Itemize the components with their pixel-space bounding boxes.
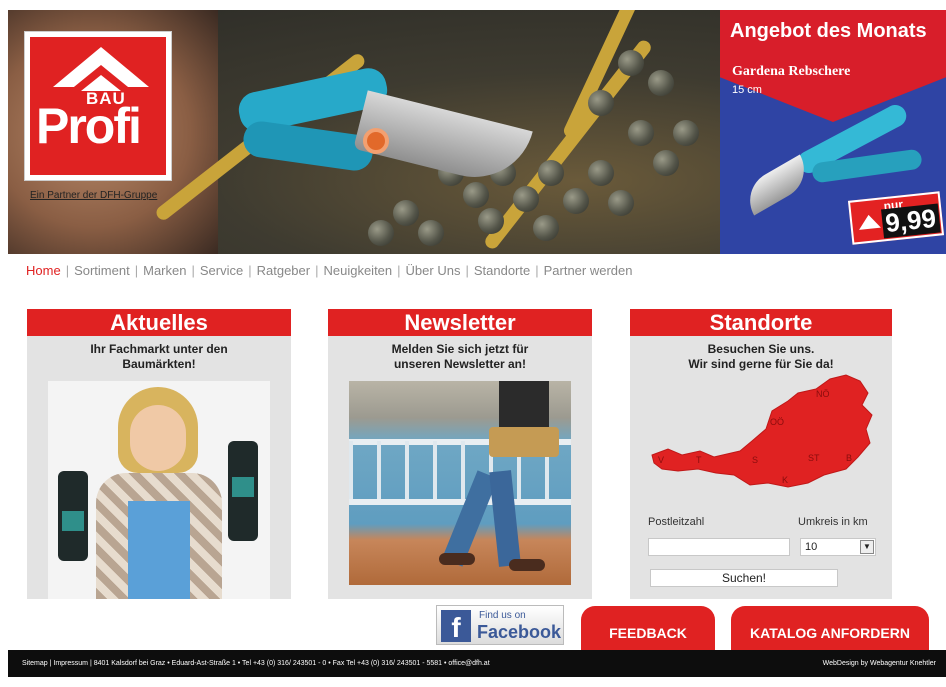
chevron-down-icon[interactable]: ▼ [860,540,874,554]
nav-partner-werden[interactable]: Partner werden [544,263,633,278]
nav-ueber-uns[interactable]: Über Uns [406,263,461,278]
radius-label: Umkreis in km [798,516,868,528]
worker-with-ladder-image[interactable] [349,381,571,585]
map-region-s[interactable]: S [752,455,758,465]
nav-standorte[interactable]: Standorte [474,263,530,278]
offer-size: 15 cm [732,84,762,96]
newsletter-subtitle: Melden Sie sich jetzt für unseren Newsle… [391,342,529,371]
austria-map[interactable]: NÖ OÖ V T S ST B K [648,371,878,501]
map-region-v[interactable]: V [658,455,664,465]
facebook-big-text: Facebook [477,622,562,642]
header-banner: BAU Profi Ein Partner der DFH-Gruppe Ang… [8,10,946,254]
nav-ratgeber[interactable]: Ratgeber [257,263,310,278]
nav-neuigkeiten[interactable]: Neuigkeiten [323,263,392,278]
map-region-k[interactable]: K [782,475,788,485]
nav-service[interactable]: Service [200,263,243,278]
postcode-input[interactable] [648,538,790,556]
postcode-label: Postleitzahl [648,516,705,528]
nav-home[interactable]: Home [26,263,61,278]
standorte-panel: Standorte Besuchen Sie uns. Wir sind ger… [630,309,892,599]
aktuelles-panel[interactable]: Aktuelles Ihr Fachmarkt unter den Baumär… [27,309,291,599]
facebook-button[interactable]: f Find us on Facebook [436,605,564,645]
map-region-b[interactable]: B [846,453,852,463]
offer-product: Gardena Rebschere [732,64,851,79]
offer-title: Angebot des Monats [730,20,927,42]
search-button[interactable]: Suchen! [650,569,838,587]
nav-marken[interactable]: Marken [143,263,186,278]
nav-sortiment[interactable]: Sortiment [74,263,130,278]
catalog-request-button[interactable]: KATALOG ANFORDERN [731,606,929,650]
price-value: 9,99 [881,203,941,238]
price-badge: nur 9,99 [847,191,945,245]
bauprofi-logo[interactable]: BAU Profi [25,32,171,180]
radius-select[interactable]: 10 ▼ [800,538,876,556]
offer-of-the-month[interactable]: Angebot des Monats Gardena Rebschere 15 … [720,10,946,254]
newsletter-title: Newsletter [328,309,592,336]
main-nav: Home | Sortiment | Marken | Service | Ratgeber | N… [26,263,633,278]
map-region-t[interactable]: T [696,455,702,465]
aktuelles-title: Aktuelles [27,309,291,336]
radius-select-value: 10 [805,541,818,553]
facebook-small-text: Find us on [479,610,526,621]
woman-with-drills-image[interactable] [48,381,270,599]
standorte-title: Standorte [630,309,892,336]
aktuelles-subtitle: Ihr Fachmarkt unter den Baumärkten! [90,342,228,371]
map-region-ooe[interactable]: OÖ [770,417,784,427]
map-region-noe[interactable]: NÖ [816,389,830,399]
standorte-subtitle: Besuchen Sie uns. Wir sind gerne für Sie… [688,342,834,371]
feedback-button[interactable]: FEEDBACK [581,606,715,650]
footer-contact[interactable]: Sitemap | Impressum | 8401 Kalsdorf bei … [22,650,490,677]
logo-profi-text: Profi [36,98,142,154]
facebook-icon: f [441,610,471,643]
footer: Sitemap | Impressum | 8401 Kalsdorf bei … [8,650,946,677]
map-region-st[interactable]: ST [808,453,820,463]
newsletter-panel[interactable]: Newsletter Melden Sie sich jetzt für uns… [328,309,592,599]
footer-credit[interactable]: WebDesign by Webagentur Knehtler [823,650,936,677]
partner-link[interactable]: Ein Partner der DFH-Gruppe [30,190,157,201]
